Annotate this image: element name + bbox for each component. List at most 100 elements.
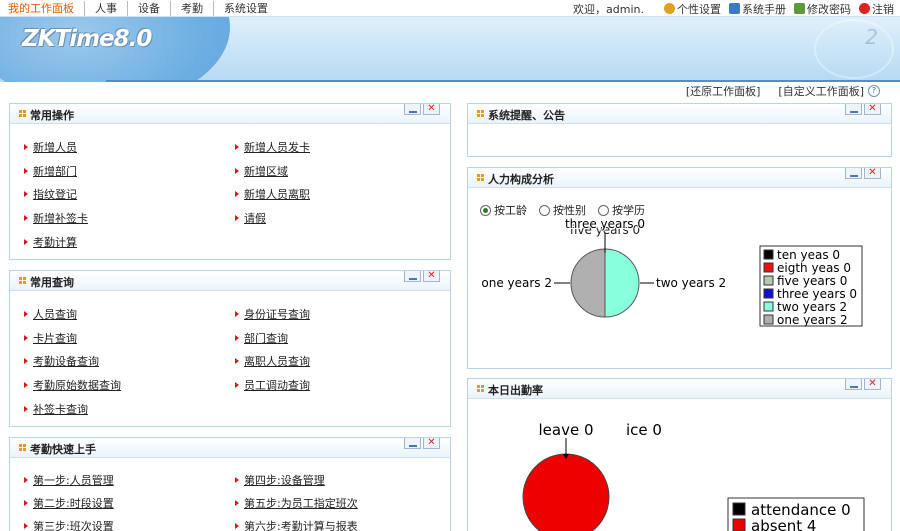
link-step5[interactable]: 第五步:为员工指定班次 (235, 495, 358, 511)
panel-grip-icon (477, 385, 484, 392)
panel-title: 人力构成分析 (488, 173, 554, 186)
arrow-icon (24, 144, 28, 150)
link-add-person-card[interactable]: 新增人员发卡 (235, 139, 310, 155)
link-person-query[interactable]: 人员查询 (24, 306, 77, 322)
link-attendance-calc[interactable]: 考勤计算 (24, 234, 77, 250)
minimize-button[interactable] (404, 438, 421, 449)
link-device-query[interactable]: 考勤设备查询 (24, 353, 99, 369)
link-label[interactable]: 第五步:为员工指定班次 (244, 495, 358, 511)
customize-panel-link[interactable]: [自定义工作面板] (778, 83, 864, 99)
link-transfer-query[interactable]: 员工调动查询 (235, 377, 310, 393)
link-label[interactable]: 考勤原始数据查询 (33, 377, 121, 393)
minimize-button[interactable] (404, 271, 421, 282)
link-label[interactable]: 请假 (244, 210, 266, 226)
panel-hr-analysis: 人力构成分析 ✕ 按工龄 按性别 按学历 five years 0 three … (467, 167, 892, 369)
link-label[interactable]: 卡片查询 (33, 330, 77, 346)
personal-settings-link[interactable]: 个性设置 (664, 1, 721, 17)
close-button[interactable]: ✕ (423, 271, 440, 282)
panel-header: 常用操作 ✕ (10, 104, 450, 124)
link-step4[interactable]: 第四步:设备管理 (235, 472, 325, 488)
legend-swatch (763, 288, 774, 299)
attendance-pie-chart: leave 0 ice 0 attendance 0absent 4 (522, 421, 865, 531)
system-manual-link[interactable]: 系统手册 (729, 1, 786, 17)
link-department-query[interactable]: 部门查询 (235, 330, 288, 346)
nav-device[interactable]: 设备 (127, 1, 170, 16)
arrow-icon (235, 382, 239, 388)
nav-personnel[interactable]: 人事 (84, 1, 127, 16)
panel-common-query: 常用查询 ✕ 人员查询 身份证号查询 卡片查询 部门查询 考勤设备查询 离职人员… (9, 270, 451, 427)
link-supplement-query[interactable]: 补签卡查询 (24, 401, 88, 417)
panel-grip-icon (19, 277, 26, 284)
panel-title: 常用查询 (30, 276, 74, 289)
change-password-link[interactable]: 修改密码 (794, 1, 851, 17)
welcome-text: 欢迎，admin. (573, 2, 644, 16)
arrow-icon (24, 382, 28, 388)
link-label[interactable]: 指纹登记 (33, 186, 77, 202)
link-label[interactable]: 身份证号查询 (244, 306, 310, 322)
link-add-area[interactable]: 新增区域 (235, 163, 288, 179)
close-button[interactable]: ✕ (864, 104, 881, 115)
nav-system-settings[interactable]: 系统设置 (213, 1, 278, 16)
minimize-button[interactable] (845, 168, 862, 179)
close-button[interactable]: ✕ (423, 104, 440, 115)
link-label[interactable]: 新增部门 (33, 163, 77, 179)
clock-decoration (814, 19, 894, 79)
link-label[interactable]: 新增人员离职 (244, 186, 310, 202)
link-add-resignation[interactable]: 新增人员离职 (235, 186, 310, 202)
link-step6[interactable]: 第六步:考勤计算与报表 (235, 518, 358, 531)
close-button[interactable]: ✕ (864, 379, 881, 390)
slice-label-one-years: one years 2 (481, 276, 552, 290)
minimize-button[interactable] (404, 104, 421, 115)
personal-settings-label: 个性设置 (677, 2, 721, 16)
link-raw-data-query[interactable]: 考勤原始数据查询 (24, 377, 121, 393)
close-button[interactable]: ✕ (864, 168, 881, 179)
restore-panel-link[interactable]: [还原工作面板] (686, 83, 761, 99)
link-add-supplement-card[interactable]: 新增补签卡 (24, 210, 88, 226)
link-label[interactable]: 第四步:设备管理 (244, 472, 325, 488)
link-label[interactable]: 新增区域 (244, 163, 288, 179)
link-label[interactable]: 考勤计算 (33, 234, 77, 250)
main-nav: 我的工作面板 人事 设备 考勤 系统设置 (6, 1, 278, 16)
logout-label: 注销 (872, 2, 894, 16)
link-label[interactable]: 考勤设备查询 (33, 353, 99, 369)
arrow-icon (24, 239, 28, 245)
nav-my-workbench[interactable]: 我的工作面板 (6, 1, 84, 16)
link-resigned-query[interactable]: 离职人员查询 (235, 353, 310, 369)
link-card-query[interactable]: 卡片查询 (24, 330, 77, 346)
help-icon[interactable]: ? (868, 85, 880, 97)
arrow-icon (235, 144, 239, 150)
link-label[interactable]: 新增补签卡 (33, 210, 88, 226)
minimize-button[interactable] (845, 379, 862, 390)
nav-attendance[interactable]: 考勤 (170, 1, 213, 16)
link-leave[interactable]: 请假 (235, 210, 266, 226)
close-button[interactable]: ✕ (423, 438, 440, 449)
legend-label: one years 2 (777, 313, 848, 327)
link-label[interactable]: 离职人员查询 (244, 353, 310, 369)
link-label[interactable]: 补签卡查询 (33, 401, 88, 417)
link-label[interactable]: 新增人员发卡 (244, 139, 310, 155)
panel-header: 常用查询 ✕ (10, 271, 450, 291)
link-fingerprint-register[interactable]: 指纹登记 (24, 186, 77, 202)
link-step2[interactable]: 第二步:时段设置 (24, 495, 114, 511)
legend-swatch (732, 518, 746, 531)
link-label[interactable]: 第三步:班次设置 (33, 518, 114, 531)
link-label[interactable]: 第六步:考勤计算与报表 (244, 518, 358, 531)
link-label[interactable]: 部门查询 (244, 330, 288, 346)
minimize-button[interactable] (845, 104, 862, 115)
link-label[interactable]: 新增人员 (33, 139, 77, 155)
arrow-icon (24, 358, 28, 364)
link-label[interactable]: 第一步:人员管理 (33, 472, 114, 488)
link-add-department[interactable]: 新增部门 (24, 163, 77, 179)
link-step3[interactable]: 第三步:班次设置 (24, 518, 114, 531)
legend-swatch (763, 275, 774, 286)
link-label[interactable]: 人员查询 (33, 306, 77, 322)
slice-label-two-years: two years 2 (656, 276, 726, 290)
logout-link[interactable]: 注销 (859, 1, 894, 17)
link-label[interactable]: 员工调动查询 (244, 377, 310, 393)
panel-grip-icon (19, 444, 26, 451)
link-id-query[interactable]: 身份证号查询 (235, 306, 310, 322)
link-label[interactable]: 第二步:时段设置 (33, 495, 114, 511)
link-add-person[interactable]: 新增人员 (24, 139, 77, 155)
link-step1[interactable]: 第一步:人员管理 (24, 472, 114, 488)
arrow-icon (24, 168, 28, 174)
